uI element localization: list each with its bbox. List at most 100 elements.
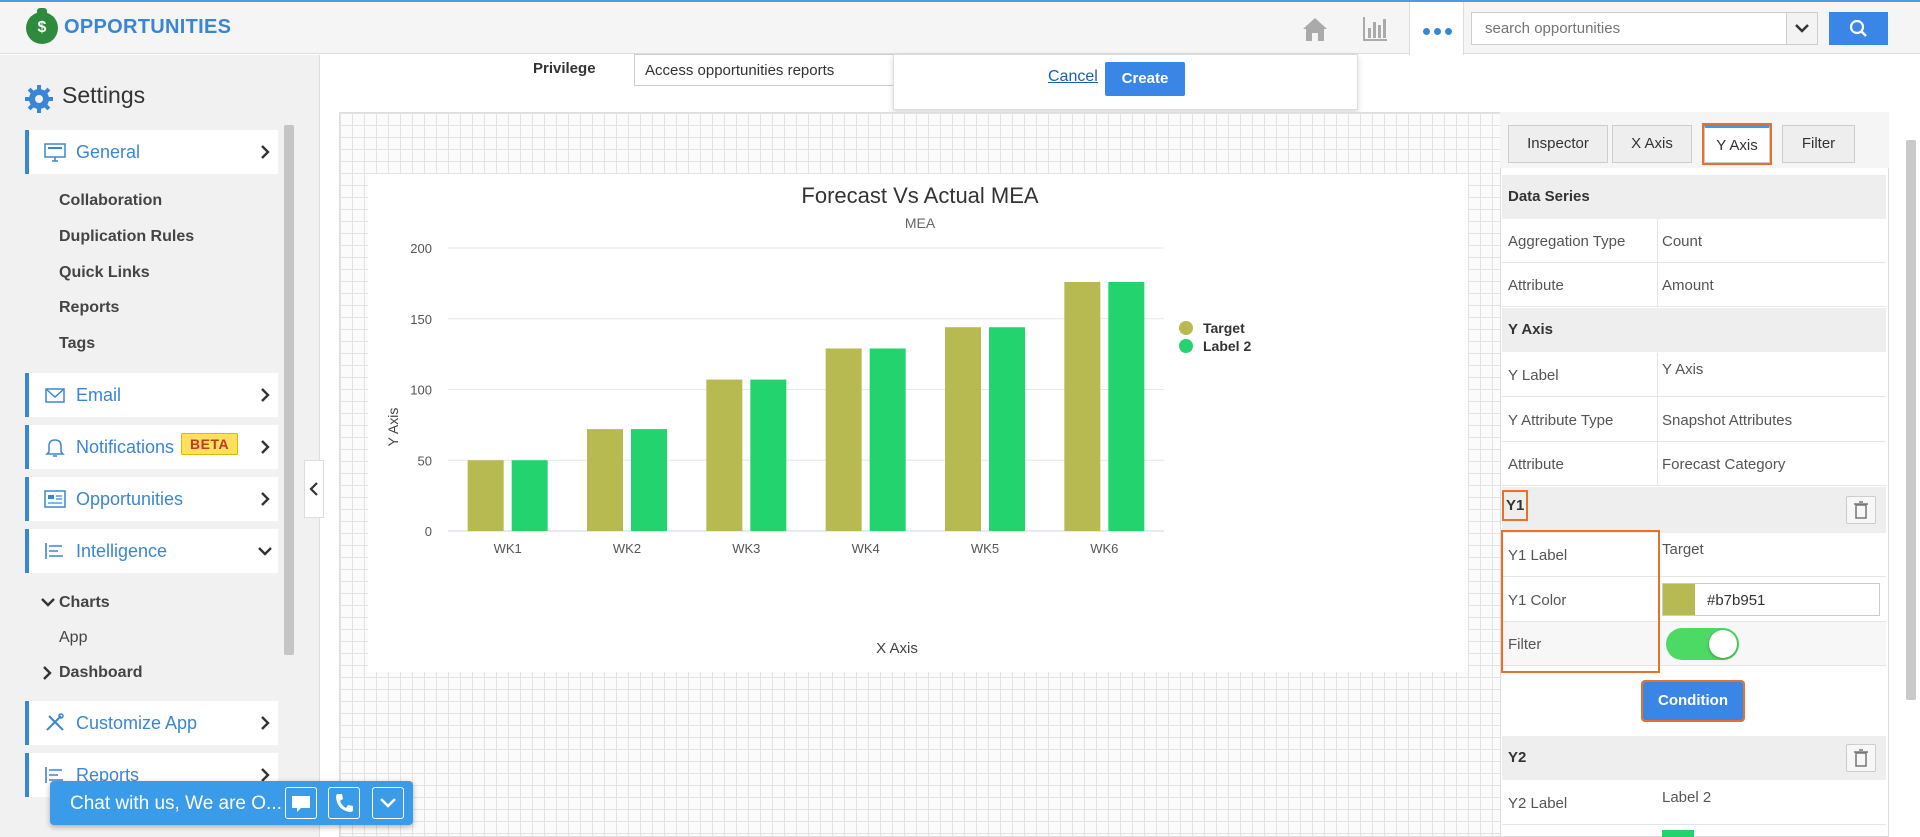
privilege-select[interactable]: Access opportunities reports xyxy=(634,54,894,86)
legend-label[interactable]: Target xyxy=(1203,320,1245,336)
x-tick-label: WK6 xyxy=(1090,541,1118,556)
bar-target-wk3[interactable] xyxy=(706,379,743,531)
legend-marker[interactable] xyxy=(1179,321,1193,335)
x-axis-label: X Axis xyxy=(876,640,918,657)
sidebar-scrollbar[interactable] xyxy=(284,125,294,655)
field-value: Label 2 xyxy=(1662,789,1712,806)
more-options-button[interactable] xyxy=(1409,2,1464,55)
field-label: Y Attribute Type xyxy=(1508,412,1614,429)
y1-color-picker[interactable]: #b7b951 xyxy=(1662,583,1880,616)
field-value: Forecast Category xyxy=(1662,456,1786,473)
bar-label-2-wk3[interactable] xyxy=(750,379,787,531)
sidebar-item-opportunities[interactable]: Opportunities xyxy=(25,477,278,521)
bar-label-2-wk2[interactable] xyxy=(631,429,667,531)
field-value: Amount xyxy=(1662,277,1714,294)
sidebar-subitem-reports[interactable]: Reports xyxy=(59,299,119,317)
app-title[interactable]: OPPORTUNITIES xyxy=(64,16,231,39)
delete-y1-button[interactable] xyxy=(1846,496,1876,524)
color-swatch[interactable] xyxy=(1663,584,1695,615)
y-label-row[interactable]: Y Label Y Axis xyxy=(1502,353,1886,397)
tab-x-axis[interactable]: X Axis xyxy=(1612,125,1692,163)
bar-chart: Forecast Vs Actual MEA MEA X Axis Y Axis… xyxy=(385,183,1251,657)
bar-label-2-wk6[interactable] xyxy=(1108,281,1145,531)
trash-icon xyxy=(1854,501,1868,519)
sidebar-subitem-dashboard[interactable]: Dashboard xyxy=(43,664,143,682)
bar-target-wk2[interactable] xyxy=(587,429,623,531)
legend-marker[interactable] xyxy=(1179,339,1193,353)
sidebar-item-label: General xyxy=(76,142,141,162)
sidebar-item-label: Intelligence xyxy=(76,541,168,561)
bar-label-2-wk4[interactable] xyxy=(869,348,906,531)
chevron-right-icon xyxy=(261,145,270,159)
bar-target-wk4[interactable] xyxy=(825,348,862,531)
bell-icon xyxy=(45,439,65,457)
y-tick-label: 0 xyxy=(425,524,432,539)
chevron-right-icon xyxy=(43,666,52,680)
bar-label-2-wk1[interactable] xyxy=(511,460,548,531)
chart-card[interactable]: Forecast Vs Actual MEA MEA X Axis Y Axis… xyxy=(368,174,1468,672)
tab-filter[interactable]: Filter xyxy=(1782,125,1855,163)
y-tick-label: 50 xyxy=(418,453,432,468)
charts-label: Charts xyxy=(59,594,110,611)
analytics-icon[interactable] xyxy=(1360,14,1390,44)
chat-text: Chat with us, We are O... xyxy=(70,793,282,814)
field-value: Snapshot Attributes xyxy=(1662,412,1793,429)
field-value: Count xyxy=(1662,233,1703,250)
tools-icon xyxy=(46,713,64,731)
search-input[interactable] xyxy=(1472,13,1787,44)
chat-minimize-button[interactable] xyxy=(372,787,404,819)
x-tick-label: WK3 xyxy=(732,541,760,556)
cancel-link[interactable]: Cancel xyxy=(1048,68,1098,86)
chat-call-button[interactable] xyxy=(328,787,360,819)
y-attribute-type-row[interactable]: Y Attribute Type Snapshot Attributes xyxy=(1502,398,1886,442)
sidebar-item-label: Email xyxy=(76,385,122,405)
create-button[interactable]: Create xyxy=(1105,62,1185,96)
y2-color-swatch[interactable] xyxy=(1662,830,1694,837)
y2-label-row[interactable]: Y2 Label Label 2 xyxy=(1502,781,1886,825)
chevron-right-icon xyxy=(261,716,270,730)
sidebar-subitem-duplication-rules[interactable]: Duplication Rules xyxy=(59,228,194,246)
legend-label[interactable]: Label 2 xyxy=(1203,338,1251,354)
attribute-row[interactable]: Attribute Amount xyxy=(1502,263,1886,307)
chat-widget[interactable]: Chat with us, We are O... xyxy=(50,781,413,825)
sidebar-item-customize-app[interactable]: Customize App xyxy=(25,701,278,745)
collapse-sidebar-button[interactable] xyxy=(304,460,324,518)
y-attribute-row[interactable]: Attribute Forecast Category xyxy=(1502,442,1886,486)
y-tick-label: 150 xyxy=(410,312,432,327)
chat-message-button[interactable] xyxy=(285,787,317,819)
chevron-down-icon xyxy=(380,798,396,808)
home-icon[interactable] xyxy=(1300,14,1330,44)
panel-scrollbar[interactable] xyxy=(1906,140,1916,700)
delete-y2-button[interactable] xyxy=(1846,744,1876,772)
sidebar-item-email[interactable]: Email xyxy=(25,373,278,417)
tab-inspector[interactable]: Inspector xyxy=(1508,125,1608,163)
tab-y-axis[interactable]: Y Axis xyxy=(1702,123,1772,165)
chevron-right-icon xyxy=(261,492,270,506)
x-tick-label: WK5 xyxy=(971,541,999,556)
settings-title: Settings xyxy=(62,82,146,108)
sidebar-item-notifications[interactable]: Notifications BETA xyxy=(25,425,278,469)
sidebar-subitem-app[interactable]: App xyxy=(59,629,87,647)
sidebar-subitem-quick-links[interactable]: Quick Links xyxy=(59,264,150,282)
chart-subtitle: MEA xyxy=(905,215,936,231)
sidebar-item-general[interactable]: General xyxy=(25,130,278,174)
settings-heading: Settings xyxy=(24,82,146,113)
sidebar-subitem-tags[interactable]: Tags xyxy=(59,335,95,353)
filter-toggle[interactable] xyxy=(1666,628,1739,660)
sidebar-item-intelligence[interactable]: Intelligence xyxy=(25,529,278,573)
sidebar-subitem-charts[interactable]: Charts xyxy=(41,594,110,612)
bar-target-wk1[interactable] xyxy=(467,460,504,531)
dashboard-label: Dashboard xyxy=(59,664,143,681)
search-dropdown-button[interactable] xyxy=(1786,12,1818,45)
bar-target-wk5[interactable] xyxy=(945,327,981,531)
search-button[interactable] xyxy=(1829,12,1888,45)
field-value: Y Axis xyxy=(1662,361,1704,378)
sidebar-subitem-collaboration[interactable]: Collaboration xyxy=(59,192,162,210)
search-box[interactable] xyxy=(1471,12,1788,45)
sidebar-item-label: Notifications xyxy=(76,437,175,457)
aggregation-type-row[interactable]: Aggregation Type Count xyxy=(1502,219,1886,263)
condition-button[interactable]: Condition xyxy=(1641,680,1745,722)
envelope-icon xyxy=(45,388,65,403)
bar-target-wk6[interactable] xyxy=(1064,281,1101,531)
bar-label-2-wk5[interactable] xyxy=(989,327,1025,531)
